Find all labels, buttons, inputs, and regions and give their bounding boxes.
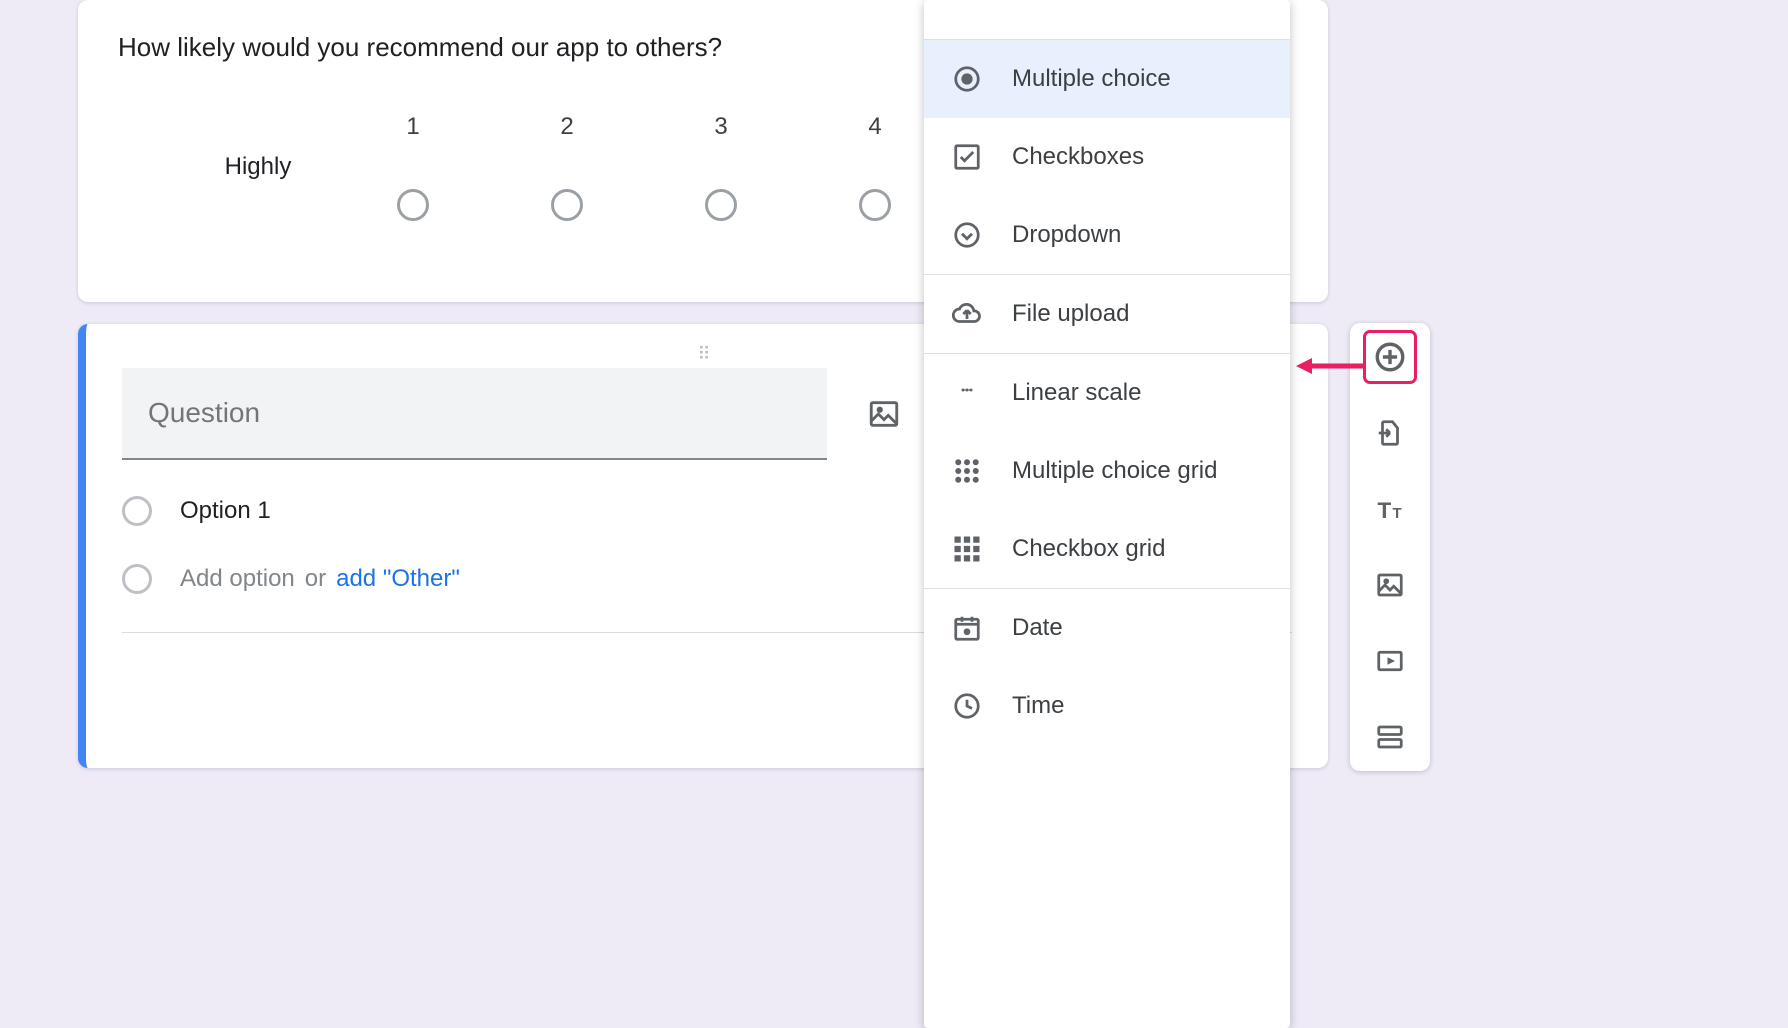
scale-number: 1 — [406, 113, 419, 141]
dropdown-item-label: Date — [1012, 614, 1063, 642]
question-input[interactable] — [146, 396, 827, 430]
dropdown-item-checkbox-grid[interactable]: Checkbox grid — [924, 510, 1290, 588]
dropdown-item-label: Linear scale — [1012, 379, 1141, 407]
dropdown-item-linear-scale[interactable]: Linear scale — [924, 354, 1290, 432]
scale-radio-2[interactable] — [551, 189, 583, 221]
chevron-down-circle-icon — [952, 220, 982, 250]
checkbox-icon — [952, 142, 982, 172]
add-section-button[interactable] — [1366, 713, 1414, 761]
add-question-button[interactable] — [1366, 333, 1414, 381]
dropdown-item-mc-grid[interactable]: Multiple choice grid — [924, 432, 1290, 510]
dropdown-item-label: Multiple choice grid — [1012, 457, 1217, 485]
add-title-button[interactable]: TT — [1366, 485, 1414, 533]
option-label: Option 1 — [180, 497, 271, 525]
square-grid-icon — [952, 534, 982, 564]
dropdown-item-file-upload[interactable]: File upload — [924, 275, 1290, 353]
dropdown-item-label: Checkboxes — [1012, 143, 1144, 171]
dropdown-item-checkboxes[interactable]: Checkboxes — [924, 118, 1290, 196]
or-text: or — [305, 565, 326, 593]
scale-radio-1[interactable] — [397, 189, 429, 221]
scale-number: 4 — [868, 113, 881, 141]
dropdown-item-label: File upload — [1012, 300, 1129, 328]
add-other-link[interactable]: add "Other" — [336, 565, 460, 593]
import-questions-button[interactable] — [1366, 409, 1414, 457]
add-image-icon[interactable] — [867, 397, 901, 431]
linear-scale-icon — [952, 378, 982, 408]
question-input-wrap[interactable] — [122, 368, 827, 460]
radio-icon — [122, 564, 152, 594]
dropdown-item-dropdown[interactable]: Dropdown — [924, 196, 1290, 274]
dropdown-item-date[interactable]: Date — [924, 589, 1290, 667]
dot-grid-icon — [952, 456, 982, 486]
question-type-dropdown: Multiple choice Checkboxes Dropdown File… — [924, 0, 1290, 1028]
dropdown-item-multiple-choice[interactable]: Multiple choice — [924, 40, 1290, 118]
dropdown-item-label: Dropdown — [1012, 221, 1121, 249]
radio-icon — [122, 496, 152, 526]
radio-selected-icon — [952, 64, 982, 94]
dropdown-item-label: Time — [1012, 692, 1064, 720]
dropdown-item-label: Multiple choice — [1012, 65, 1171, 93]
clock-icon — [952, 691, 982, 721]
scale-number: 3 — [714, 113, 727, 141]
add-image-button[interactable] — [1366, 561, 1414, 609]
scale-radio-4[interactable] — [859, 189, 891, 221]
add-video-button[interactable] — [1366, 637, 1414, 685]
cloud-upload-icon — [952, 299, 982, 329]
add-option-text[interactable]: Add option — [180, 565, 295, 593]
floating-toolbar: TT — [1350, 323, 1430, 771]
scale-radio-3[interactable] — [705, 189, 737, 221]
dropdown-item-label: Checkbox grid — [1012, 535, 1165, 563]
svg-text:T: T — [1378, 498, 1392, 523]
scale-low-label: Highly — [118, 153, 398, 181]
svg-text:T: T — [1393, 505, 1402, 522]
dropdown-item-time[interactable]: Time — [924, 667, 1290, 745]
scale-number: 2 — [560, 113, 573, 141]
calendar-icon — [952, 613, 982, 643]
